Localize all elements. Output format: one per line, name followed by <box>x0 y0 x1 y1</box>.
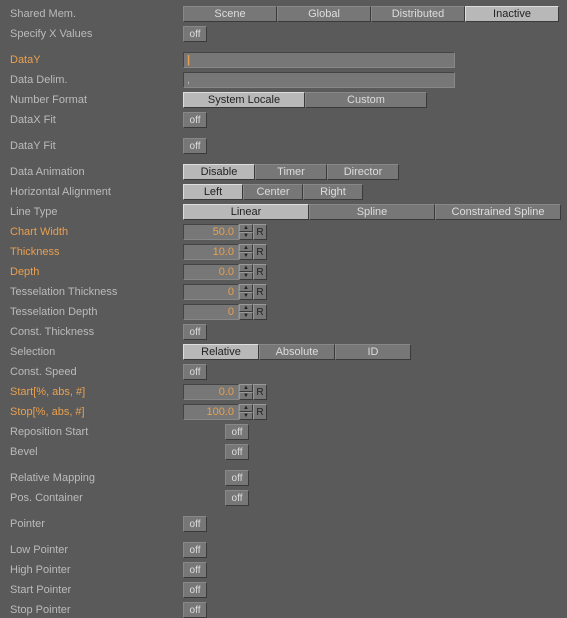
datay-label: DataY <box>8 54 183 66</box>
low-ptr-label: Low Pointer <box>8 544 183 556</box>
repos-start-toggle[interactable]: off <box>225 424 249 440</box>
const-thick-label: Const. Thickness <box>8 326 183 338</box>
datax-fit-toggle[interactable]: off <box>183 112 207 128</box>
halign-right[interactable]: Right <box>303 184 363 200</box>
tess-thick-label: Tesselation Thickness <box>8 286 183 298</box>
selection-label: Selection <box>8 346 183 358</box>
num-format-custom[interactable]: Custom <box>305 92 427 108</box>
line-type-linear[interactable]: Linear <box>183 204 309 220</box>
pos-cont-label: Pos. Container <box>8 492 183 504</box>
tess-thick-input[interactable]: 0 <box>183 284 239 300</box>
rel-map-label: Relative Mapping <box>8 472 183 484</box>
chart-width-spinner[interactable]: ▲▼ <box>239 224 253 240</box>
data-anim-timer[interactable]: Timer <box>255 164 327 180</box>
selection-relative[interactable]: Relative <box>183 344 259 360</box>
shared-mem-inactive[interactable]: Inactive <box>465 6 559 22</box>
data-anim-director[interactable]: Director <box>327 164 399 180</box>
data-anim-label: Data Animation <box>8 166 183 178</box>
stop-ptr-toggle[interactable]: off <box>183 602 207 618</box>
line-type-constrained[interactable]: Constrained Spline <box>435 204 561 220</box>
selection-absolute[interactable]: Absolute <box>259 344 335 360</box>
start-reset[interactable]: R <box>253 384 267 400</box>
start-ptr-label: Start Pointer <box>8 584 183 596</box>
datay-fit-label: DataY Fit <box>8 140 183 152</box>
stop-reset[interactable]: R <box>253 404 267 420</box>
start-input[interactable]: 0.0 <box>183 384 239 400</box>
rel-map-toggle[interactable]: off <box>225 470 249 486</box>
depth-label: Depth <box>8 266 183 278</box>
line-type-label: Line Type <box>8 206 183 218</box>
const-speed-toggle[interactable]: off <box>183 364 207 380</box>
num-format-label: Number Format <box>8 94 183 106</box>
chart-width-label: Chart Width <box>8 226 183 238</box>
specify-x-label: Specify X Values <box>8 28 183 40</box>
datax-fit-label: DataX Fit <box>8 114 183 126</box>
pointer-label: Pointer <box>8 518 183 530</box>
shared-mem-distributed[interactable]: Distributed <box>371 6 465 22</box>
tess-depth-input[interactable]: 0 <box>183 304 239 320</box>
stop-ptr-label: Stop Pointer <box>8 604 183 616</box>
depth-spinner[interactable]: ▲▼ <box>239 264 253 280</box>
data-anim-disable[interactable]: Disable <box>183 164 255 180</box>
bevel-label: Bevel <box>8 446 183 458</box>
const-speed-label: Const. Speed <box>8 366 183 378</box>
datay-input[interactable]: | <box>183 52 455 68</box>
tess-thick-spinner[interactable]: ▲▼ <box>239 284 253 300</box>
halign-center[interactable]: Center <box>243 184 303 200</box>
num-format-system[interactable]: System Locale <box>183 92 305 108</box>
high-ptr-toggle[interactable]: off <box>183 562 207 578</box>
line-type-spline[interactable]: Spline <box>309 204 435 220</box>
stop-label: Stop[%, abs, #] <box>8 406 183 418</box>
bevel-toggle[interactable]: off <box>225 444 249 460</box>
depth-reset[interactable]: R <box>253 264 267 280</box>
tess-depth-label: Tesselation Depth <box>8 306 183 318</box>
chart-width-input[interactable]: 50.0 <box>183 224 239 240</box>
tess-depth-reset[interactable]: R <box>253 304 267 320</box>
data-delim-label: Data Delim. <box>8 74 183 86</box>
stop-spinner[interactable]: ▲▼ <box>239 404 253 420</box>
thickness-spinner[interactable]: ▲▼ <box>239 244 253 260</box>
tess-thick-reset[interactable]: R <box>253 284 267 300</box>
thickness-reset[interactable]: R <box>253 244 267 260</box>
start-spinner[interactable]: ▲▼ <box>239 384 253 400</box>
thickness-label: Thickness <box>8 246 183 258</box>
const-thick-toggle[interactable]: off <box>183 324 207 340</box>
chart-width-reset[interactable]: R <box>253 224 267 240</box>
shared-mem-label: Shared Mem. <box>8 8 183 20</box>
start-ptr-toggle[interactable]: off <box>183 582 207 598</box>
halign-left[interactable]: Left <box>183 184 243 200</box>
thickness-input[interactable]: 10.0 <box>183 244 239 260</box>
stop-input[interactable]: 100.0 <box>183 404 239 420</box>
repos-start-label: Reposition Start <box>8 426 183 438</box>
high-ptr-label: High Pointer <box>8 564 183 576</box>
pointer-toggle[interactable]: off <box>183 516 207 532</box>
pos-cont-toggle[interactable]: off <box>225 490 249 506</box>
selection-id[interactable]: ID <box>335 344 411 360</box>
data-delim-input[interactable]: , <box>183 72 455 88</box>
tess-depth-spinner[interactable]: ▲▼ <box>239 304 253 320</box>
start-label: Start[%, abs, #] <box>8 386 183 398</box>
shared-mem-global[interactable]: Global <box>277 6 371 22</box>
halign-label: Horizontal Alignment <box>8 186 183 198</box>
specify-x-toggle[interactable]: off <box>183 26 207 42</box>
shared-mem-scene[interactable]: Scene <box>183 6 277 22</box>
depth-input[interactable]: 0.0 <box>183 264 239 280</box>
low-ptr-toggle[interactable]: off <box>183 542 207 558</box>
datay-fit-toggle[interactable]: off <box>183 138 207 154</box>
